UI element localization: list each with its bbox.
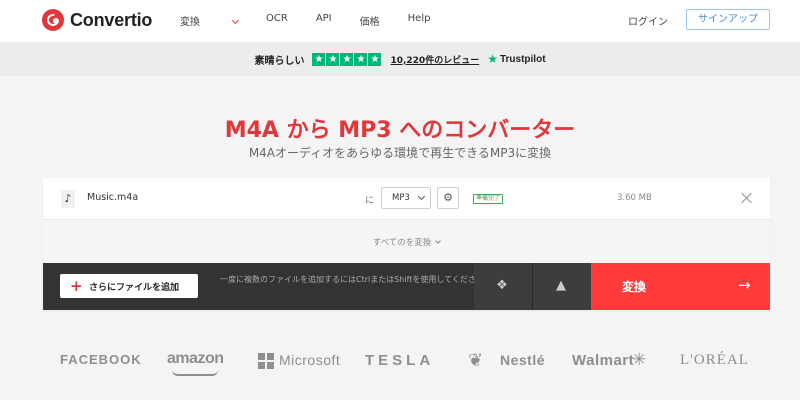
convert-button[interactable]: 変換 → [591,263,770,310]
to-label: に [365,196,375,206]
star-icon: ★ [354,52,368,66]
music-note-icon: ♪ [61,190,75,208]
nestle-logo: Nestlé [500,352,546,368]
gear-icon: ⚙ [443,191,453,204]
converter-card: ♪ Music.m4a に MP3 ⚙ 準備完了 3.60 MB すべてのを変換… [43,178,770,310]
walmart-spark-icon: ✳ [632,350,647,370]
plus-icon: + [70,277,83,295]
menu-item-pricing[interactable]: 価格 [360,13,380,28]
rating-stars: ★ ★ ★ ★ ★ [312,52,382,66]
convertio-logo[interactable]: Convertio [42,9,152,31]
rating-text: 素晴らしい [254,55,305,67]
trustpilot-logo[interactable]: Trustpilot [500,54,546,65]
convert-all-row: すべてのを変換 [43,220,770,263]
convert-all-dropdown[interactable]: すべてのを変換 [43,236,770,248]
page-subtitle: M4Aオーディオをあらゆる環境で再生できるMP3に変換 [248,146,552,160]
settings-button[interactable]: ⚙ [437,187,459,209]
star-icon: ★ [326,52,340,66]
menu-item-ocr[interactable]: OCR [266,13,288,28]
google-drive-icon[interactable]: ▲ [552,278,570,294]
convert-all-label: すべてのを変換 [372,238,432,248]
signup-button[interactable]: サインアップ [686,9,770,30]
logo-text: Convertio [70,9,153,30]
menu-item-api[interactable]: API [316,13,332,28]
action-bar: + さらにファイルを追加 一度に複数のファイルを追加するにはCtrlまたはShi… [43,263,770,310]
multi-file-hint: 一度に複数のファイルを追加するにはCtrlまたはShiftを使用してください [220,275,484,284]
menu-item-help[interactable]: Help [408,13,431,28]
file-name: Music.m4a [87,192,139,203]
client-logos: FACEBOOK amazon Microsoft TESLA ❦ Nestlé… [0,348,800,378]
dropbox-icon[interactable]: ❖ [493,278,511,294]
divider [532,263,533,310]
chevron-down-icon [435,238,442,244]
menu-item-convert[interactable]: 変換 [180,13,240,28]
reviews-link[interactable]: 10,220件のレビュー [390,53,479,66]
page-title: M4A から MP3 へのコンバーター [224,118,576,143]
output-format-value: MP3 [392,193,410,203]
top-navbar: Convertio 変換 OCR API 価格 Help ログイン サインアップ [0,0,800,42]
trustpilot-strip: 素晴らしい ★ ★ ★ ★ ★ 10,220件のレビュー ★ Trustpilo… [0,42,800,76]
arrow-right-icon: → [738,276,751,294]
microsoft-windows-icon [258,353,274,369]
file-row: ♪ Music.m4a に MP3 ⚙ 準備完了 3.60 MB [43,178,770,220]
microsoft-logo: Microsoft [279,352,341,368]
main-menu: 変換 OCR API 価格 Help [180,13,458,28]
facebook-logo: FACEBOOK [60,352,142,367]
nestle-nest-icon: ❦ [468,350,484,371]
star-icon: ★ [312,52,326,66]
chevron-down-icon [417,192,426,201]
loreal-logo: L'ORÉAL [680,352,749,368]
convert-button-label: 変換 [622,280,647,294]
trustpilot-star-icon: ★ [487,52,498,66]
walmart-logo: Walmart [572,352,635,369]
menu-item-convert-label: 変換 [180,17,200,28]
output-format-select[interactable]: MP3 [381,187,431,209]
close-icon[interactable] [740,191,754,205]
tesla-logo: TESLA [365,352,435,369]
star-icon: ★ [368,52,382,66]
amazon-smile-icon [172,370,218,376]
star-icon: ★ [340,52,354,66]
status-badge: 準備完了 [473,194,504,204]
file-size: 3.60 MB [617,193,652,203]
login-link[interactable]: ログイン [628,13,668,28]
amazon-logo: amazon [167,350,224,367]
convertio-logo-icon [42,9,64,31]
chevron-down-icon [231,16,240,25]
add-more-files-button[interactable]: + さらにファイルを追加 [60,274,198,298]
add-more-files-label: さらにファイルを追加 [89,283,180,293]
